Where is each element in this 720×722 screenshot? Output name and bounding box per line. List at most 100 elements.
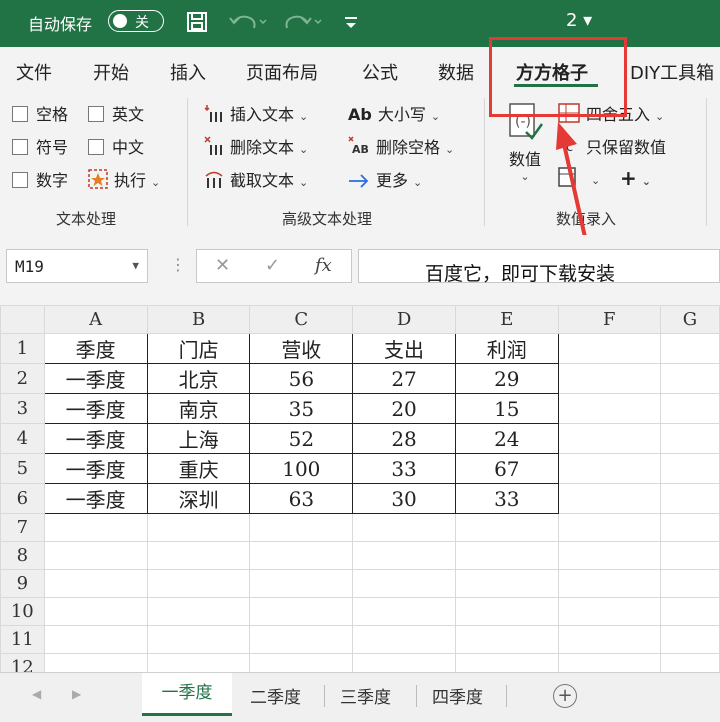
cell[interactable] [249, 569, 354, 598]
execute-button[interactable]: 执行 ⌄ [88, 167, 160, 191]
name-box[interactable]: M19 ▼ [6, 249, 148, 283]
column-header[interactable]: C [249, 305, 354, 334]
cell[interactable] [454, 569, 559, 598]
save-icon[interactable] [186, 10, 208, 34]
cell[interactable] [146, 513, 251, 542]
insert-function-icon[interactable]: fx [315, 255, 332, 276]
cell[interactable] [249, 541, 354, 570]
cell[interactable] [352, 513, 456, 542]
cell[interactable]: 一季度 [43, 393, 148, 424]
autosave-toggle[interactable]: 关 [108, 10, 164, 32]
row-header[interactable]: 6 [0, 483, 45, 514]
tab-data[interactable]: 数据 [438, 59, 474, 85]
cell[interactable]: 56 [249, 363, 354, 394]
cell[interactable] [557, 363, 661, 394]
sheet-tab-q1[interactable]: 一季度 [142, 673, 232, 716]
cell[interactable]: 67 [454, 453, 559, 484]
cell[interactable] [659, 625, 720, 654]
more-dots-icon[interactable]: ⋮ [170, 255, 186, 274]
tab-file[interactable]: 文件 [16, 59, 52, 85]
cell[interactable] [249, 597, 354, 626]
cell[interactable] [557, 393, 661, 424]
cell[interactable] [659, 541, 720, 570]
tab-page-layout[interactable]: 页面布局 [246, 59, 318, 85]
cell[interactable] [659, 423, 720, 454]
case-button[interactable]: Ab 大小写 ⌄ [348, 101, 440, 125]
cell[interactable] [352, 541, 456, 570]
column-header[interactable]: B [146, 305, 251, 334]
cell[interactable] [352, 569, 456, 598]
row-header[interactable]: 1 [0, 333, 45, 364]
cell[interactable] [557, 423, 661, 454]
checkbox-box[interactable] [12, 106, 28, 122]
cell[interactable] [146, 625, 251, 654]
cell[interactable] [454, 625, 559, 654]
cell[interactable]: 一季度 [43, 363, 148, 394]
cell[interactable] [43, 597, 148, 626]
sheet-tab-q3[interactable]: 三季度 [340, 683, 391, 708]
formula-input[interactable]: 百度它，即可下载安装 [358, 249, 720, 285]
scroll-left-icon[interactable]: ◀ [32, 687, 41, 701]
cell[interactable] [43, 653, 148, 672]
cell[interactable] [659, 569, 720, 598]
extract-text-button[interactable]: 截取文本 ⌄ [204, 167, 308, 191]
select-all-corner[interactable] [0, 305, 45, 334]
cell[interactable] [659, 653, 720, 672]
cell[interactable] [659, 363, 720, 394]
cell[interactable]: 27 [352, 363, 456, 394]
cell[interactable] [557, 453, 661, 484]
add-sheet-icon[interactable]: + [553, 684, 577, 708]
column-header[interactable]: G [659, 305, 720, 334]
cell[interactable] [557, 597, 661, 626]
column-header[interactable]: D [352, 305, 456, 334]
delete-text-button[interactable]: 删除文本 ⌄ [204, 134, 308, 158]
cell[interactable]: 门店 [146, 333, 251, 364]
checkbox-box[interactable] [88, 139, 104, 155]
checkbox-box[interactable] [12, 139, 28, 155]
cell[interactable] [557, 541, 661, 570]
row-header[interactable]: 3 [0, 393, 45, 424]
row-header[interactable]: 2 [0, 363, 45, 394]
row-header[interactable]: 12 [0, 653, 45, 672]
cell[interactable] [249, 625, 354, 654]
cell[interactable] [557, 569, 661, 598]
cell[interactable] [454, 597, 559, 626]
tab-home[interactable]: 开始 [93, 59, 129, 85]
checkbox-english[interactable]: 英文 [88, 101, 144, 125]
sheet-tab-q4[interactable]: 四季度 [432, 683, 483, 708]
tab-diy-toolbox[interactable]: DIY工具箱 [630, 59, 714, 85]
cell[interactable] [454, 541, 559, 570]
tab-formulas[interactable]: 公式 [362, 59, 398, 85]
cell[interactable]: 33 [454, 483, 559, 514]
cell[interactable]: 20 [352, 393, 456, 424]
cell[interactable]: 一季度 [43, 483, 148, 514]
row-header[interactable]: 9 [0, 569, 45, 598]
cell[interactable] [454, 513, 559, 542]
tab-insert[interactable]: 插入 [170, 59, 206, 85]
cell[interactable] [249, 653, 354, 672]
cell[interactable] [352, 625, 456, 654]
cell[interactable] [249, 513, 354, 542]
enter-icon[interactable]: ✓ [265, 255, 280, 276]
cell[interactable] [557, 625, 661, 654]
cell[interactable]: 重庆 [146, 453, 251, 484]
cell[interactable] [352, 597, 456, 626]
scroll-right-icon[interactable]: ▶ [72, 687, 81, 701]
cell[interactable]: 上海 [146, 423, 251, 454]
cell[interactable] [659, 513, 720, 542]
row-header[interactable]: 7 [0, 513, 45, 542]
cell[interactable]: 营收 [249, 333, 354, 364]
cell[interactable] [352, 653, 456, 672]
cell[interactable]: 30 [352, 483, 456, 514]
checkbox-box[interactable] [12, 172, 28, 188]
cell[interactable] [659, 597, 720, 626]
cell[interactable]: 35 [249, 393, 354, 424]
more-button[interactable]: 更多 ⌄ [348, 167, 422, 191]
column-header[interactable]: E [454, 305, 559, 334]
undo-icon[interactable] [228, 10, 268, 34]
cell[interactable]: 南京 [146, 393, 251, 424]
cancel-icon[interactable]: ✕ [215, 255, 230, 276]
cell[interactable]: 29 [454, 363, 559, 394]
chevron-down-icon[interactable]: ▼ [132, 259, 139, 272]
cell[interactable] [557, 653, 661, 672]
